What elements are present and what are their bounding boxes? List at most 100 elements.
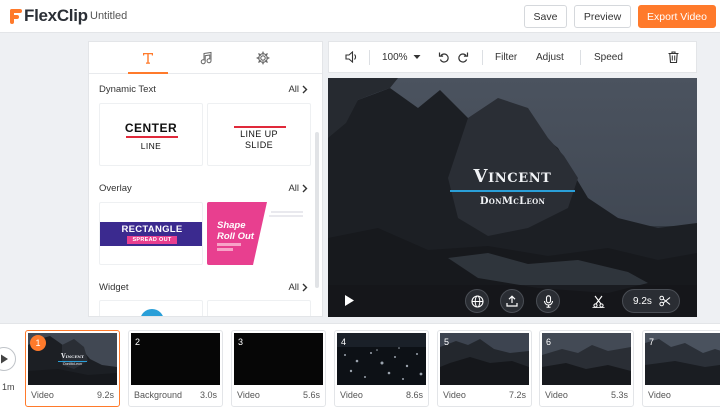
toolbar-divider <box>580 50 581 65</box>
clip-number: 2 <box>135 337 141 347</box>
trim-button[interactable] <box>586 289 610 313</box>
overlay-shape-line2: Roll Out <box>217 231 254 242</box>
timeline-play-button[interactable] <box>0 347 16 371</box>
preview-controls-bar: 9.2s <box>328 285 697 317</box>
trim-icon <box>592 295 604 308</box>
placeholder-line <box>271 211 303 213</box>
delete-button[interactable] <box>668 42 679 72</box>
flexclip-logo-mark-icon <box>10 7 22 25</box>
card-text-line2: LINE <box>140 141 162 151</box>
zoom-value: 100% <box>382 51 408 63</box>
widget-preview-icon <box>141 309 163 316</box>
overlay-all-link[interactable]: All <box>288 183 308 194</box>
clip-duration: 5.3s <box>610 390 628 400</box>
toolbar-divider <box>482 50 483 65</box>
trash-icon <box>668 51 679 63</box>
dynamic-text-all-link[interactable]: All <box>288 84 308 95</box>
clip-number: 3 <box>238 337 244 347</box>
timeline-clip-4[interactable]: 4 Video 8.6s <box>334 330 429 407</box>
timeline-clip-5[interactable]: 5 Video 7.2s <box>437 330 532 407</box>
tab-music[interactable] <box>186 48 226 68</box>
upload-button[interactable] <box>500 289 524 313</box>
card-text-line2: SLIDE <box>244 140 273 150</box>
overlay-tag: SPREAD OUT <box>127 236 177 244</box>
widget-card[interactable] <box>99 300 203 316</box>
scissors-icon <box>659 295 671 307</box>
dynamic-text-line-up-slide-card[interactable]: LINE UP SLIDE <box>207 103 311 166</box>
timeline-clip-2[interactable]: 2 Background 3.0s <box>128 330 223 407</box>
zoom-select[interactable]: 100% <box>382 42 421 72</box>
preview-button[interactable]: Preview <box>574 5 631 28</box>
clip-type: Video <box>237 390 260 400</box>
text-t-icon <box>143 53 153 64</box>
record-voice-button[interactable] <box>536 289 560 313</box>
play-button[interactable] <box>344 294 355 312</box>
card-text: LINE UP SLIDE <box>208 129 310 151</box>
redo-button[interactable] <box>457 42 469 72</box>
speaker-icon <box>345 51 357 63</box>
timeline-clip-1[interactable]: Vincent DonMcLeon 1 Video 9.2s <box>25 330 120 407</box>
timeline-clip-3[interactable]: 3 Video 5.6s <box>231 330 326 407</box>
speed-button[interactable]: Speed <box>594 42 623 72</box>
clip-type: Video <box>340 390 363 400</box>
clip-type: Video <box>648 390 671 400</box>
volume-button[interactable] <box>345 42 358 72</box>
tab-widget[interactable] <box>243 48 283 68</box>
chevron-right-icon <box>302 184 308 193</box>
clip-type: Video <box>443 390 466 400</box>
toolbar-divider <box>369 50 370 65</box>
sparkle-water-thumbnail <box>337 333 426 385</box>
flexclip-logo[interactable]: FlexClip <box>10 6 88 26</box>
editor-toolbar: 100% Filter Adjust Speed <box>328 41 697 73</box>
clip-thumbnail <box>440 333 529 385</box>
timeline-clip-7[interactable]: 7 Video <box>642 330 720 407</box>
logo-text: FlexClip <box>24 6 88 25</box>
timeline-clip-6[interactable]: 6 Video 5.3s <box>539 330 634 407</box>
overlay-rectangle-card[interactable]: RECTANGLE SPREAD OUT <box>99 202 203 265</box>
clip-duration: 5.6s <box>302 390 320 400</box>
filter-button[interactable]: Filter <box>495 42 517 72</box>
preview-subtitle-text[interactable]: DonMcLeon <box>328 196 697 207</box>
save-button[interactable]: Save <box>524 5 567 28</box>
overlay-shape-roll-out-card[interactable]: Shape Roll Out <box>207 202 311 265</box>
clip-number-badge: 1 <box>30 335 46 351</box>
timeline: 1m Vincent DonMcLeon 1 Video 9.2s 2 Back… <box>0 323 720 409</box>
music-note-icon <box>200 51 212 65</box>
widget-all-link[interactable]: All <box>288 282 308 293</box>
card-text-line1: CENTER <box>124 121 178 135</box>
section-title-overlay: Overlay <box>99 183 132 194</box>
rocks-thumbnail <box>542 333 631 385</box>
document-title[interactable]: Untitled <box>90 10 127 22</box>
clip-type: Video <box>545 390 568 400</box>
play-icon <box>345 295 354 306</box>
split-duration-control[interactable]: 9.2s <box>622 289 680 313</box>
tab-text[interactable] <box>128 48 168 74</box>
panel-tabs <box>89 42 322 74</box>
clip-type: Background <box>134 390 183 400</box>
clip-thumbnail <box>645 333 720 385</box>
adjust-button[interactable]: Adjust <box>536 42 564 72</box>
section-title-widget: Widget <box>99 282 129 293</box>
dynamic-text-center-line-card[interactable]: CENTER LINE <box>99 103 203 166</box>
thumb-subtitle: DonMcLeon <box>63 362 82 366</box>
clip-thumbnail <box>337 333 426 385</box>
clip-number: 4 <box>341 337 347 347</box>
thumb-title: Vincent <box>60 353 85 360</box>
clip-thumbnail <box>542 333 631 385</box>
clip-thumbnail <box>131 333 220 385</box>
timeline-scale-label: 1m <box>2 382 15 392</box>
clip-number: 6 <box>546 337 552 347</box>
text-library-panel: Dynamic Text All CENTER LINE LINE UP SLI… <box>88 41 323 317</box>
clip-duration: 3.0s <box>199 390 217 400</box>
panel-scrollbar[interactable] <box>315 132 319 288</box>
undo-button[interactable] <box>438 42 450 72</box>
coast-thumbnail <box>645 333 720 385</box>
preview-title-text[interactable]: Vincent <box>328 166 697 187</box>
clip-duration: 9.2s <box>96 390 114 400</box>
export-video-button[interactable]: Export Video <box>638 5 716 28</box>
video-preview[interactable]: Vincent DonMcLeon 9.2s <box>328 78 697 317</box>
rotate-left-icon <box>438 52 449 63</box>
language-button[interactable] <box>465 289 489 313</box>
widget-card[interactable] <box>207 300 311 316</box>
play-icon <box>0 354 8 364</box>
